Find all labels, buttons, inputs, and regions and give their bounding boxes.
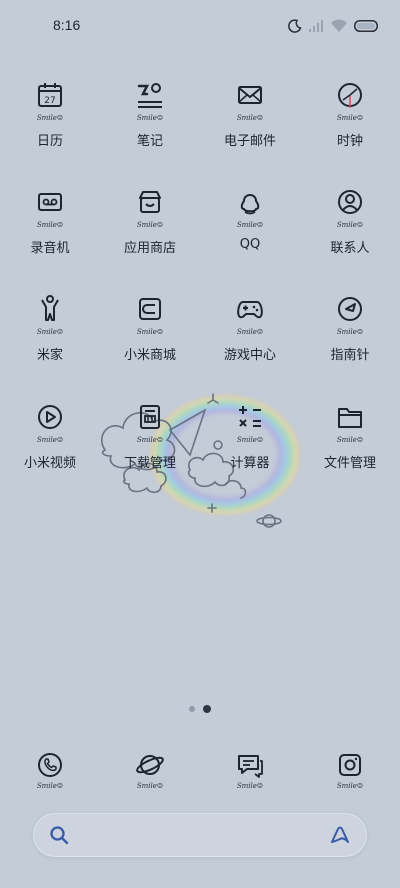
compass-icon [335,294,365,324]
app-compass[interactable]: Smile☺ 指南针 [300,284,400,384]
icon-caption: Smile☺ [336,114,364,122]
recorder-icon [35,187,65,217]
app-label: 小米商城 [123,348,176,363]
browser-icon [135,750,165,780]
icon-caption: Smile☺ [136,221,164,229]
search-icon [49,825,69,845]
contacts-icon [335,187,365,217]
icon-caption: Smile☺ [136,436,164,444]
calculator-icon [235,402,265,432]
app-label: 日历 [36,134,63,149]
page-dot-1[interactable] [189,706,195,712]
download-icon [135,402,165,432]
mail-icon [235,80,265,110]
wifi-icon [330,19,348,33]
clock-icon [335,80,365,110]
app-label: 应用商店 [123,241,176,256]
icon-caption: Smile☺ [36,221,64,229]
app-label: 计算器 [230,456,270,471]
camera-icon [335,750,365,780]
notes-icon [135,80,165,110]
assistant-icon[interactable] [329,825,351,845]
app-calculator[interactable]: Smile☺ 计算器 [200,392,300,492]
file-manager-icon [335,402,365,432]
app-file-manager[interactable]: Smile☺ 文件管理 [300,392,400,492]
icon-caption: Smile☺ [336,436,364,444]
app-label: 联系人 [330,241,370,256]
game-center-icon [235,294,265,324]
icon-caption: Smile☺ [36,436,64,444]
app-label: QQ [239,237,261,252]
app-game-center[interactable]: Smile☺ 游戏中心 [200,284,300,384]
icon-caption: Smile☺ [36,114,64,122]
mi-store-icon [135,294,165,324]
icon-caption: Smile☺ [236,782,264,790]
app-label: 时钟 [336,134,363,149]
app-app-store[interactable]: Smile☺ 应用商店 [100,177,200,277]
icon-caption: Smile☺ [336,328,364,336]
battery-icon [354,20,378,32]
icon-caption: Smile☺ [236,221,264,229]
app-label: 指南针 [330,348,370,363]
app-label: 小米视频 [23,456,76,471]
icon-caption: Smile☺ [236,114,264,122]
app-label: 笔记 [136,134,163,149]
page-indicator [0,705,400,713]
qq-icon [235,187,265,217]
status-bar: 8:16 [0,0,400,50]
mijia-icon [35,294,65,324]
app-label: 电子邮件 [223,134,276,149]
calendar-day: 27 [44,96,55,106]
app-mi-store[interactable]: Smile☺ 小米商城 [100,284,200,384]
dock: Smile☺ Smile☺ Smile☺ Smile☺ [0,740,400,800]
app-label: 米家 [36,348,63,363]
status-time: 8:16 [53,17,81,33]
app-clock[interactable]: Smile☺ 时钟 [300,70,400,170]
app-recorder[interactable]: Smile☺ 录音机 [0,177,100,277]
app-mijia[interactable]: Smile☺ 米家 [0,284,100,384]
app-mi-video[interactable]: Smile☺ 小米视频 [0,392,100,492]
app-label: 游戏中心 [223,348,276,363]
app-label: 录音机 [30,241,70,256]
icon-caption: Smile☺ [136,782,164,790]
messages-icon [235,750,265,780]
icon-caption: Smile☺ [336,221,364,229]
do-not-disturb-icon [288,19,302,33]
icon-caption: Smile☺ [36,782,64,790]
icon-caption: Smile☺ [336,782,364,790]
app-notes[interactable]: Smile☺ 笔记 [100,70,200,170]
icon-caption: Smile☺ [136,328,164,336]
status-icons [288,17,378,35]
calendar-icon: 27 [35,80,65,110]
icon-caption: Smile☺ [236,436,264,444]
search-bar[interactable] [33,813,367,857]
app-contacts[interactable]: Smile☺ 联系人 [300,177,400,277]
app-label: 文件管理 [323,456,376,471]
icon-caption: Smile☺ [136,114,164,122]
app-label: 下载管理 [123,456,176,471]
app-calendar[interactable]: 27 Smile☺ 日历 [0,70,100,170]
icon-caption: Smile☺ [36,328,64,336]
app-email[interactable]: Smile☺ 电子邮件 [200,70,300,170]
app-qq[interactable]: Smile☺ QQ [200,177,300,277]
app-download-manager[interactable]: Smile☺ 下载管理 [100,392,200,492]
signal-icon [308,19,324,33]
icon-caption: Smile☺ [236,328,264,336]
app-store-icon [135,187,165,217]
page-dot-2-active[interactable] [203,705,211,713]
video-icon [35,402,65,432]
phone-icon [35,750,65,780]
